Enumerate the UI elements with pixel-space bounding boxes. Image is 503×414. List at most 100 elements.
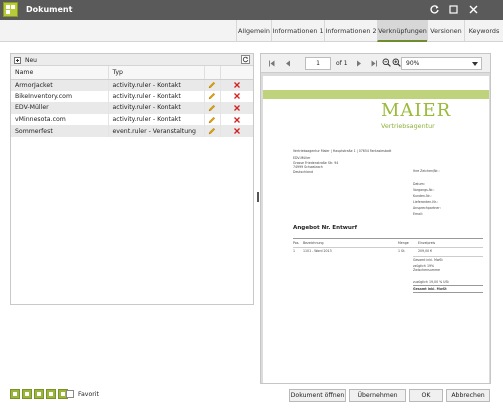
favorit-toggle[interactable]: Favorit xyxy=(66,390,99,398)
maximize-icon[interactable] xyxy=(448,4,459,15)
table-row[interactable]: BikeInventory.com activity.ruler - Konta… xyxy=(11,90,253,103)
tab-allgemein[interactable]: Allgemein xyxy=(236,20,271,42)
chevron-down-icon xyxy=(472,62,478,66)
window-title: Dokument xyxy=(26,5,73,14)
first-page-icon[interactable] xyxy=(269,60,275,67)
info-label: Ansprechpartner: xyxy=(413,206,441,210)
links-toolbar: Neu xyxy=(11,54,253,66)
last-page-icon[interactable] xyxy=(371,60,377,67)
info-label: Lieferanten-Nr.: xyxy=(413,200,438,204)
table-cell: 1 St. xyxy=(398,249,406,253)
offer-title: Angebot Nr. Entwurf xyxy=(293,225,358,231)
tab-verknuepfungen[interactable]: Verknüpfungen xyxy=(377,20,427,42)
column-header-type[interactable]: Typ xyxy=(108,66,205,80)
tab-bar: Allgemein Informationen 1 Informationen … xyxy=(0,20,503,42)
info-label: Ihre Zeichen/Nr.: xyxy=(413,169,440,173)
delete-icon[interactable] xyxy=(233,82,241,89)
info-label: Vorgangs-Nr.: xyxy=(413,188,435,192)
address-line: Deutschland xyxy=(293,169,314,174)
row-name: BikeInventory.com xyxy=(11,90,109,103)
tab-informationen-2[interactable]: Informationen 2 xyxy=(324,20,377,42)
row-name: Sommerfest xyxy=(11,125,109,137)
row-type: event.ruler - Veranstaltung xyxy=(108,125,205,137)
title-bar: Dokument xyxy=(0,0,503,20)
new-link-button[interactable]: Neu xyxy=(14,56,37,64)
row-type: activity.ruler - Kontakt xyxy=(108,90,205,103)
total-line: Zwischensumme xyxy=(413,268,440,272)
next-page-icon[interactable] xyxy=(356,60,362,67)
info-label: Kunden-Nr.: xyxy=(413,194,432,198)
bottom-toolbar xyxy=(10,389,68,399)
delete-icon[interactable] xyxy=(233,128,241,135)
table-cell: 1 xyxy=(293,249,296,253)
edit-pencil-icon[interactable] xyxy=(208,104,216,112)
app-logo-icon xyxy=(3,2,18,17)
table-header: Einzelpreis xyxy=(418,241,436,245)
page-count-label: of 1 xyxy=(336,60,348,67)
viewer-toolbar: 1 of 1 90% xyxy=(261,54,490,73)
table-cell: 1101 - Word 2013 xyxy=(303,249,332,253)
tab-keywords[interactable]: Keywords xyxy=(464,20,503,42)
table-row[interactable]: EDV-Müller activity.ruler - Kontakt xyxy=(11,102,253,114)
divider xyxy=(413,292,483,293)
close-icon[interactable] xyxy=(468,4,479,15)
table-header-row: Name Typ xyxy=(11,66,253,80)
zoom-select[interactable]: 90% xyxy=(401,57,482,70)
delete-icon[interactable] xyxy=(233,116,241,124)
favorit-checkbox[interactable] xyxy=(66,390,74,398)
divider xyxy=(413,256,483,257)
delete-icon[interactable] xyxy=(233,93,241,100)
column-header-delete xyxy=(220,66,253,80)
edit-pencil-icon[interactable] xyxy=(208,81,216,89)
letterhead-bar xyxy=(263,90,489,99)
divider xyxy=(293,247,483,248)
table-header: Bezeichnung xyxy=(303,241,324,245)
edit-pencil-icon[interactable] xyxy=(208,116,216,124)
total-line: Gesamt inkl. MwSt xyxy=(413,287,447,291)
new-link-label: Neu xyxy=(25,56,37,64)
column-header-edit xyxy=(204,66,221,80)
delete-icon[interactable] xyxy=(233,105,241,112)
table-header: Menge xyxy=(398,241,409,245)
ok-button[interactable]: OK xyxy=(409,389,443,402)
refresh-icon[interactable] xyxy=(429,4,440,15)
row-type: activity.ruler - Kontakt xyxy=(108,113,205,126)
search-icon[interactable] xyxy=(34,389,44,399)
zoom-out-icon[interactable] xyxy=(382,58,391,67)
column-header-name[interactable]: Name xyxy=(11,66,109,80)
edit-pencil-icon[interactable] xyxy=(208,128,216,135)
edit-pencil-icon[interactable] xyxy=(208,93,216,100)
sender-line: Vertriebsagentur Maier | Hauptstraße 1 |… xyxy=(293,149,392,153)
divider xyxy=(413,285,483,286)
cancel-button[interactable]: Abbrechen xyxy=(446,389,490,402)
refresh-links-icon[interactable] xyxy=(241,55,250,64)
table-row[interactable]: Sommerfest event.ruler - Veranstaltung xyxy=(11,125,253,137)
row-type: activity.ruler - Kontakt xyxy=(108,102,205,114)
copy-icon[interactable] xyxy=(22,389,32,399)
table-header: Pos. xyxy=(293,241,300,245)
total-line: zuzüglich 19,00 % USt xyxy=(413,280,449,284)
splitter-handle[interactable] xyxy=(257,192,259,202)
previous-page-icon[interactable] xyxy=(285,60,291,67)
zoom-in-icon[interactable] xyxy=(392,58,401,67)
page-number-input[interactable]: 1 xyxy=(305,57,331,70)
plus-icon xyxy=(14,56,21,64)
table-row[interactable]: ArmorJacket activity.ruler - Kontakt xyxy=(11,79,253,91)
divider xyxy=(293,238,483,239)
table-cell: 209,00 € xyxy=(418,249,433,253)
links-table: Name Typ ArmorJacket activity.ruler - Ko… xyxy=(11,66,253,137)
table-row[interactable]: vMinnesota.com activity.ruler - Kontakt xyxy=(11,113,253,126)
print-icon[interactable] xyxy=(46,389,56,399)
row-name: vMinnesota.com xyxy=(11,113,109,126)
attach-icon[interactable] xyxy=(10,389,20,399)
company-tagline: Vertriebsagentur xyxy=(381,122,435,130)
tab-versionen[interactable]: Versionen xyxy=(427,20,464,42)
apply-button[interactable]: Übernehmen xyxy=(349,389,406,402)
open-document-button[interactable]: Dokument öffnen xyxy=(289,389,346,402)
tab-informationen-1[interactable]: Informationen 1 xyxy=(271,20,324,42)
info-label: Email: xyxy=(413,212,423,216)
links-panel: Neu Name Typ ArmorJacket activity.ruler … xyxy=(10,53,254,305)
row-name: ArmorJacket xyxy=(11,79,109,91)
info-label: Datum: xyxy=(413,182,425,186)
pdf-page: MAIER Vertriebsagentur Vertriebsagentur … xyxy=(263,76,489,383)
